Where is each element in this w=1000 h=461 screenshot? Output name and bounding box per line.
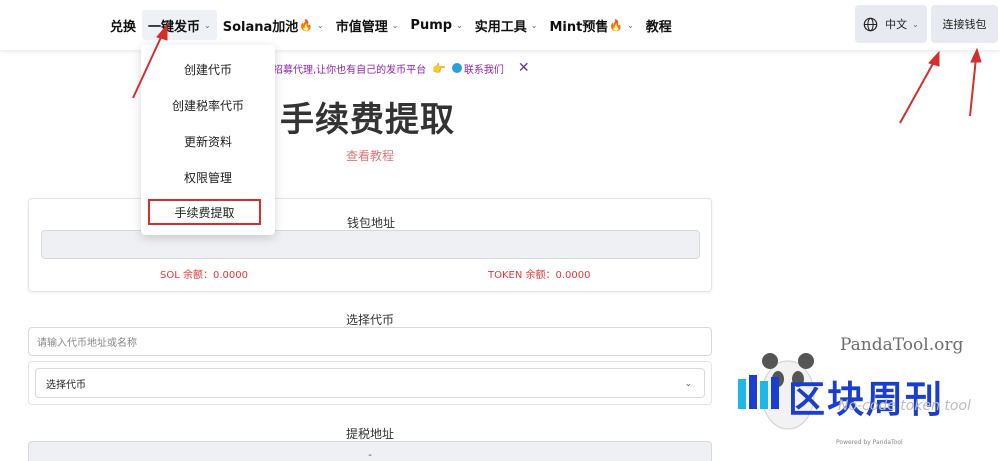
- nav-item-label: 实用工具: [474, 19, 527, 35]
- nav-item-mint-presale[interactable]: Mint预售 🔥 ⌄: [543, 10, 639, 40]
- promo-banner: J招募代理,让你也有自己的发币平台 👉 联系我们 ✕: [270, 60, 530, 76]
- chevron-down-icon: ⌄: [317, 20, 324, 30]
- globe-icon: [863, 17, 878, 31]
- watermark-powered: Powered by PandaTool: [836, 439, 903, 446]
- nav-item-label: 市值管理: [335, 19, 388, 35]
- nav-item-label: Mint预售: [549, 19, 609, 35]
- menu-item-create-token[interactable]: 创建代币: [141, 56, 275, 82]
- nav-item-one-click-token[interactable]: 一键发币 ⌄: [142, 10, 217, 40]
- brand-logo-icon: [738, 375, 779, 409]
- sol-balance: SOL 余额：0.0000: [160, 270, 248, 281]
- connect-wallet-label: 连接钱包: [942, 18, 987, 31]
- pandatool-watermark: PandaTool.org 区块周刊 No-code token tool Po…: [736, 335, 998, 450]
- wallet-address-label: 钱包地址: [346, 216, 395, 230]
- pointing-hand-icon: 👉: [432, 61, 446, 75]
- menu-item-fee-withdraw[interactable]: 手续费提取: [148, 199, 261, 225]
- tutorial-link[interactable]: 查看教程: [346, 147, 394, 164]
- chevron-down-icon: ⌄: [204, 20, 211, 30]
- token-select[interactable]: 选择代币 ⌄: [35, 368, 705, 398]
- connect-wallet-button[interactable]: 连接钱包: [931, 5, 998, 43]
- contact-us-link[interactable]: 联系我们: [464, 61, 504, 76]
- nav-item-tools[interactable]: 实用工具 ⌄: [469, 10, 544, 40]
- watermark-cn-title: 区块周刊: [788, 378, 944, 421]
- arrow-annotation: [969, 47, 982, 117]
- fire-icon: 🔥: [609, 18, 624, 32]
- wallet-card: 钱包地址 SOL 余额：0.0000 TOKEN 余额：0.0000: [28, 198, 712, 292]
- chevron-down-icon: ⌄: [627, 20, 634, 30]
- page-title: 手续费提取: [280, 100, 455, 140]
- language-selector[interactable]: 中文 ⌄: [855, 5, 927, 43]
- tax-address-label: 提税地址: [345, 427, 394, 441]
- chevron-down-icon: ⌄: [391, 20, 399, 30]
- main-nav: 兑换 一键发币 ⌄ Solana加池 🔥 ⌄ 市值管理 ⌄ Pump ⌄ 实用工…: [104, 9, 678, 41]
- banner-text: J招募代理,让你也有自己的发币平台: [270, 64, 427, 76]
- arrow-annotation: [899, 50, 940, 124]
- chevron-down-icon: ⌄: [456, 20, 463, 30]
- language-label: 中文: [885, 18, 908, 31]
- fire-icon: 🔥: [299, 18, 313, 32]
- wallet-address-field: [41, 230, 700, 259]
- nav-item-swap[interactable]: 兑换: [104, 10, 142, 40]
- watermark-site: PandaTool.org: [840, 335, 964, 355]
- select-token-label: 选择代币: [345, 313, 394, 327]
- nav-item-label: 一键发币: [148, 19, 201, 35]
- nav-item-tutorial[interactable]: 教程: [640, 10, 678, 40]
- menu-item-update-info[interactable]: 更新资料: [141, 128, 275, 154]
- nav-item-solana-pool[interactable]: Solana加池 🔥 ⌄: [217, 10, 330, 40]
- one-click-token-dropdown: 创建代币 创建税率代币 更新资料 权限管理 手续费提取: [141, 45, 275, 235]
- nav-item-label: 兑换: [110, 19, 137, 35]
- chevron-down-icon: ⌄: [912, 19, 919, 29]
- nav-item-label: Pump: [410, 17, 453, 33]
- token-select-container: 选择代币 ⌄: [28, 361, 712, 405]
- chevron-down-icon: ⌄: [530, 20, 538, 30]
- menu-item-create-tax-token[interactable]: 创建税率代币: [141, 92, 275, 118]
- chevron-down-icon: ⌄: [684, 379, 692, 389]
- nav-item-pump[interactable]: Pump ⌄: [404, 10, 468, 40]
- token-balance: TOKEN 余额：0.0000: [488, 270, 591, 281]
- token-select-value: 选择代币: [46, 379, 86, 391]
- nav-item-label: 教程: [645, 19, 672, 35]
- tax-address-field: -: [28, 441, 712, 461]
- close-icon[interactable]: ✕: [518, 60, 530, 76]
- nav-item-market-cap[interactable]: 市值管理 ⌄: [330, 10, 405, 40]
- watermark-subtitle: No-code token tool: [838, 398, 971, 414]
- telegram-icon: [451, 63, 462, 73]
- menu-item-permission[interactable]: 权限管理: [141, 164, 275, 190]
- nav-item-label: Solana加池: [222, 19, 299, 35]
- top-navbar: 兑换 一键发币 ⌄ Solana加池 🔥 ⌄ 市值管理 ⌄ Pump ⌄ 实用工…: [0, 0, 1000, 50]
- token-search-input[interactable]: 请输入代币地址或名称: [28, 327, 712, 356]
- token-search-placeholder: 请输入代币地址或名称: [37, 338, 137, 349]
